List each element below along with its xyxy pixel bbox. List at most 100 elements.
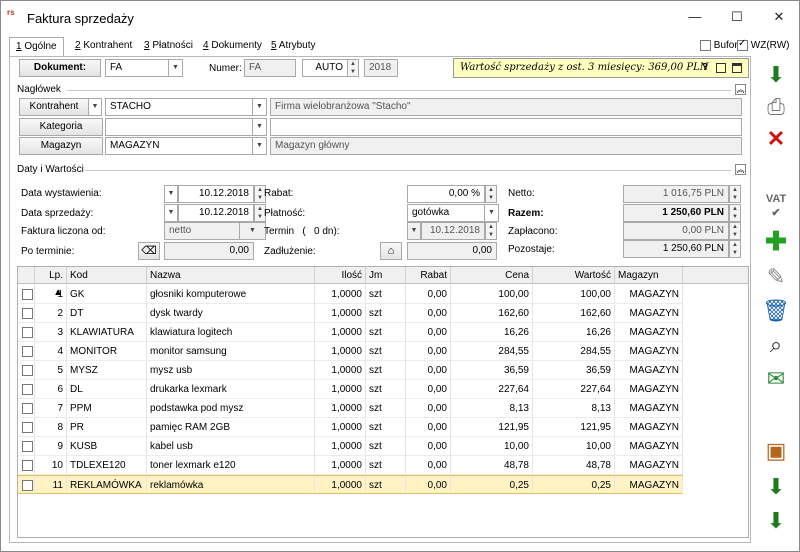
data-wystawienia-input[interactable]: 10.12.2018 — [178, 185, 254, 203]
kategoria-input[interactable] — [105, 118, 253, 136]
table-row[interactable]: 1 GK głosniki komputerowe 1,0000 szt 0,00 100,… — [18, 285, 683, 304]
add-icon[interactable]: ✚ — [760, 226, 792, 256]
window-icon[interactable] — [732, 63, 742, 73]
row-checkbox[interactable] — [18, 399, 35, 418]
package-icon[interactable]: ▣ — [760, 436, 792, 466]
table-row[interactable]: 6 DL drukarka lexmark 1,0000 szt 0,00 227,64 22… — [18, 380, 683, 399]
header-lp[interactable]: Lp. ▲ — [35, 267, 67, 298]
header-jm[interactable]: Jm — [366, 267, 406, 284]
row-checkbox[interactable] — [18, 342, 35, 361]
window-title: Faktura sprzedaży — [27, 11, 134, 26]
restore-icon[interactable] — [716, 63, 726, 73]
print-icon[interactable]: ⎙ — [760, 92, 792, 122]
tab-dokumenty[interactable]: 4 Dokumenty — [197, 37, 268, 57]
tab-kontrahent[interactable]: 2 Kontrahent — [69, 37, 138, 57]
vat-icon[interactable]: VAT ✔ — [760, 192, 792, 222]
table-row[interactable]: 4 MONITOR monitor samsung 1,0000 szt 0,00 284,… — [18, 342, 683, 361]
header-wartosc[interactable]: Wartość — [533, 267, 615, 284]
close-icon[interactable]: ✕ — [760, 124, 792, 154]
wz-checkbox[interactable] — [737, 38, 748, 51]
collapse-daty-icon[interactable]: ︽ — [735, 164, 746, 175]
numer-auto[interactable]: AUTO — [302, 59, 348, 77]
termin-spinner[interactable]: ▲ ▼ — [485, 222, 497, 240]
dokument-select[interactable]: FA — [105, 59, 169, 77]
delete-icon[interactable]: 🗑 — [760, 296, 792, 326]
cell-magazyn: MAGAZYN — [615, 342, 683, 361]
data-sprzedazy-input[interactable]: 10.12.2018 — [178, 204, 254, 222]
table-row[interactable]: 11 REKLAMÓWKA reklamówka 1,0000 szt 0,00 0,25 0… — [18, 475, 683, 494]
invoice-window: rs Faktura sprzedaży — ☐ ✕ 1 Ogólne 2 Ko… — [0, 0, 800, 552]
search-icon[interactable]: ⌕ — [760, 330, 792, 360]
rabat-spinner[interactable]: ▲ ▼ — [485, 185, 497, 203]
table-row[interactable]: 2 DT dysk twardy 1,0000 szt 0,00 162,60 162,60 M… — [18, 304, 683, 323]
maximize-button[interactable]: ☐ — [727, 9, 747, 25]
table-row[interactable]: 10 TDLEXE120 toner lexmark e120 1,0000 szt 0,… — [18, 456, 683, 475]
export-icon[interactable]: ⬇ — [760, 506, 792, 536]
magazyn-button[interactable]: Magazyn — [19, 137, 103, 155]
header-kod[interactable]: Kod — [67, 267, 147, 284]
chevron-down-icon[interactable]: ▼ — [253, 137, 267, 155]
numer-spinner[interactable]: ▲ ▼ — [347, 59, 359, 77]
tab-platnosci[interactable]: 3 Płatności — [138, 37, 199, 57]
cell-magazyn: MAGAZYN — [615, 304, 683, 323]
header-nazwa[interactable]: Nazwa — [147, 267, 315, 284]
row-checkbox[interactable] — [18, 380, 35, 399]
chevron-down-icon[interactable]: ▼ — [88, 98, 102, 116]
kategoria-button[interactable]: Kategoria — [19, 118, 103, 136]
kategoria-desc[interactable] — [270, 118, 742, 136]
close-button[interactable]: ✕ — [769, 9, 789, 25]
wz-option[interactable]: WZ(RW) — [737, 38, 789, 51]
save-icon[interactable]: ⬇ — [760, 60, 792, 90]
import-icon[interactable]: ⬇ — [760, 472, 792, 502]
minimize-button[interactable]: — — [685, 9, 705, 25]
magazyn-input[interactable]: MAGAZYN — [105, 137, 253, 155]
kontrahent-input[interactable]: STACHO — [105, 98, 253, 116]
chevron-down-icon[interactable]: ▼ — [485, 204, 499, 222]
row-checkbox[interactable] — [18, 361, 35, 380]
header-magazyn[interactable]: Magazyn — [615, 267, 683, 284]
chevron-down-icon[interactable]: ▼ — [164, 204, 178, 222]
row-checkbox[interactable] — [18, 418, 35, 437]
chevron-down-icon[interactable]: ▼ — [240, 222, 266, 240]
collapse-naglowek-icon[interactable]: ︽ — [735, 84, 746, 95]
row-checkbox[interactable] — [18, 304, 35, 323]
bufor-option[interactable]: Bufor — [700, 40, 738, 51]
cell-magazyn: MAGAZYN — [615, 418, 683, 437]
header-cena[interactable]: Cena — [451, 267, 533, 284]
pozostaje-value: 1 250,60 PLN — [623, 240, 729, 258]
payment-icon[interactable]: ✉ — [760, 364, 792, 394]
row-checkbox[interactable] — [18, 285, 35, 304]
table-row[interactable]: 9 KUSB kabel usb 1,0000 szt 0,00 10,00 10,00 MAG… — [18, 437, 683, 456]
calculator-icon[interactable]: ⌫ — [138, 242, 160, 260]
row-checkbox[interactable] — [18, 437, 35, 456]
chevron-down-icon[interactable]: ▼ — [253, 98, 267, 116]
side-toolbar: ⬇ ⎙ ✕ VAT ✔ ✚ ✎ 🗑 ⌕ ✉ ▣ ⬇ ⬇ — [757, 56, 795, 543]
dokument-button[interactable]: Dokument: — [19, 59, 101, 77]
chevron-down-icon[interactable]: ▼ — [407, 222, 421, 240]
bufor-checkbox[interactable] — [700, 40, 711, 51]
table-row[interactable]: 3 KLAWIATURA klawiatura logitech 1,0000 szt 0… — [18, 323, 683, 342]
table-row[interactable]: 8 PR pamięc RAM 2GB 1,0000 szt 0,00 121,95 121,… — [18, 418, 683, 437]
row-checkbox[interactable] — [18, 323, 35, 342]
header-rabat[interactable]: Rabat — [406, 267, 451, 284]
edit-icon[interactable]: ✎ — [760, 262, 792, 292]
row-checkbox[interactable] — [18, 456, 35, 475]
tab-ogolne[interactable]: 1 Ogólne — [9, 37, 64, 58]
help-icon[interactable]: ? — [702, 59, 708, 77]
faktura-od-select[interactable]: netto — [164, 222, 240, 240]
cell-kod: MYSZ — [67, 361, 147, 380]
platnosc-select[interactable]: gotówka — [407, 204, 485, 222]
cell-rabat: 0,00 — [406, 475, 451, 494]
chevron-down-icon[interactable]: ▼ — [169, 59, 183, 77]
chevron-down-icon[interactable]: ▼ — [164, 185, 178, 203]
row-checkbox[interactable] — [18, 475, 35, 494]
cell-lp: 6 — [35, 380, 67, 399]
rabat-input[interactable]: 0,00 % — [407, 185, 485, 203]
chevron-down-icon[interactable]: ▼ — [253, 118, 267, 136]
header-ilosc[interactable]: Ilość — [315, 267, 366, 284]
tab-atrybuty[interactable]: 5 Atrybuty — [265, 37, 321, 57]
table-row[interactable]: 7 PPM podstawka pod mysz 1,0000 szt 0,00 8,13 8… — [18, 399, 683, 418]
debt-icon[interactable]: ⌂ — [380, 242, 402, 260]
kontrahent-button[interactable]: Kontrahent — [19, 98, 89, 116]
table-row[interactable]: 5 MYSZ mysz usb 1,0000 szt 0,00 36,59 36,59 MAGA… — [18, 361, 683, 380]
